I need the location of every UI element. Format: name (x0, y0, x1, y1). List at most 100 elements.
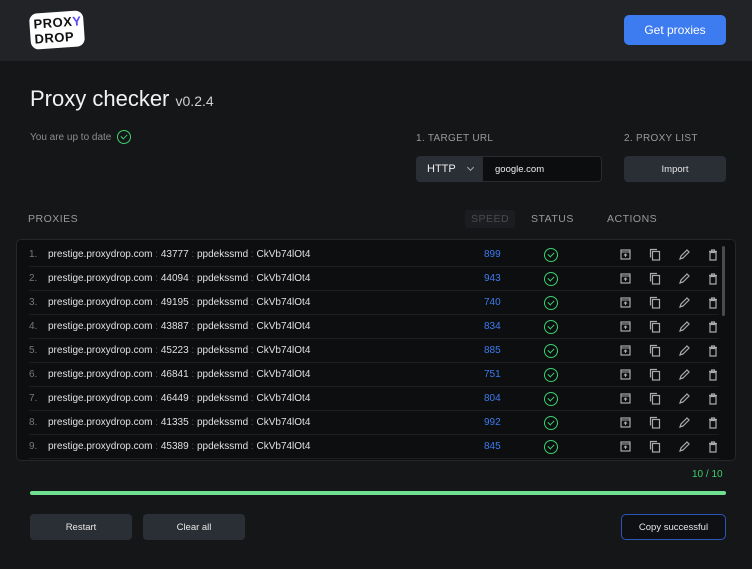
copy-successful-button[interactable]: Copy successful (621, 514, 726, 540)
trash-icon-button[interactable] (706, 368, 720, 382)
edit-icon-button[interactable] (677, 296, 691, 310)
speed-value: 899 (484, 249, 501, 260)
separator: : (188, 393, 197, 404)
separator: : (152, 273, 161, 284)
status-check-icon (544, 247, 558, 262)
open-icon-button[interactable] (618, 320, 632, 334)
proxy-port: 46841 (160, 369, 189, 380)
proxy-address[interactable]: prestige.proxydrop.com : 44094 : ppdekss… (48, 273, 310, 284)
trash-icon-button[interactable] (706, 416, 720, 430)
trash-icon-button[interactable] (706, 272, 720, 286)
proxy-address[interactable]: prestige.proxydrop.com : 45223 : ppdekss… (48, 345, 310, 356)
copy-icon-button[interactable] (648, 344, 662, 358)
copy-icon-button[interactable] (648, 272, 662, 286)
trash-icon-button[interactable] (706, 248, 720, 262)
open-icon-button[interactable] (618, 440, 632, 454)
proxy-address[interactable]: prestige.proxydrop.com : 46841 : ppdekss… (48, 369, 310, 380)
separator: : (188, 345, 197, 356)
copy-icon-button[interactable] (648, 248, 662, 262)
proxydrop-logo[interactable]: PROXY DROP (28, 10, 86, 50)
edit-icon-button[interactable] (677, 320, 691, 334)
proxy-address[interactable]: prestige.proxydrop.com : 46449 : ppdekss… (48, 393, 310, 404)
proxy-address[interactable]: prestige.proxydrop.com : 43887 : ppdekss… (48, 321, 310, 332)
open-icon-button[interactable] (618, 416, 632, 430)
copy-icon-button[interactable] (648, 320, 662, 334)
progress-fill (30, 491, 726, 495)
column-header-actions: ACTIONS (607, 213, 658, 225)
proxy-pass: CkVb74lOt4 (256, 393, 311, 404)
progress-count: 10 / 10 (692, 469, 723, 480)
open-icon-button[interactable] (618, 368, 632, 382)
edit-icon-button[interactable] (677, 368, 691, 382)
row-number: 4. (29, 321, 38, 332)
trash-icon-button[interactable] (706, 440, 720, 454)
copy-icon-button[interactable] (648, 440, 662, 454)
trash-icon-button[interactable] (706, 296, 720, 310)
table-row: 1. prestige.proxydrop.com : 43777 : ppdek… (29, 243, 719, 267)
trash-icon-button[interactable] (706, 392, 720, 406)
trash-icon-button[interactable] (706, 320, 720, 334)
table-row: 9. prestige.proxydrop.com : 45389 : ppdek… (29, 435, 719, 459)
table-row: 5. prestige.proxydrop.com : 45223 : ppdek… (29, 339, 719, 363)
proxy-port: 44094 (160, 273, 189, 284)
copy-icon-button[interactable] (648, 368, 662, 382)
copy-icon-button[interactable] (648, 296, 662, 310)
proxy-port: 49195 (160, 297, 189, 308)
open-icon-button[interactable] (618, 272, 632, 286)
edit-icon-button[interactable] (677, 440, 691, 454)
table-scrollbar[interactable] (722, 246, 725, 316)
status-check-icon (544, 439, 558, 454)
edit-icon-button[interactable] (677, 392, 691, 406)
separator: : (152, 441, 161, 452)
proxy-port: 43777 (160, 249, 189, 260)
update-status: You are up to date (30, 130, 132, 144)
open-icon-button[interactable] (618, 248, 632, 262)
speed-value: 804 (484, 393, 501, 404)
proxy-host: prestige.proxydrop.com (48, 345, 153, 356)
edit-icon-button[interactable] (677, 248, 691, 262)
target-url-input[interactable] (482, 156, 602, 182)
trash-icon-button[interactable] (706, 344, 720, 358)
proxy-address[interactable]: prestige.proxydrop.com : 49195 : ppdekss… (48, 297, 310, 308)
separator: : (152, 417, 161, 428)
clear-all-button[interactable]: Clear all (143, 514, 245, 540)
get-proxies-button[interactable]: Get proxies (624, 15, 726, 45)
status-check-icon (544, 295, 558, 310)
separator: : (188, 441, 197, 452)
proxy-user: ppdekssmd (197, 297, 249, 308)
speed-value: 845 (484, 441, 501, 452)
proxy-port: 46449 (160, 393, 189, 404)
copy-icon-button[interactable] (648, 416, 662, 430)
proxy-host: prestige.proxydrop.com (48, 369, 153, 380)
restart-button[interactable]: Restart (30, 514, 132, 540)
open-icon-button[interactable] (618, 344, 632, 358)
proxy-host: prestige.proxydrop.com (48, 393, 153, 404)
edit-icon-button[interactable] (677, 272, 691, 286)
proxy-pass: CkVb74lOt4 (256, 273, 311, 284)
separator: : (152, 249, 161, 260)
open-icon-button[interactable] (618, 392, 632, 406)
column-header-speed[interactable]: SPEED (465, 210, 516, 228)
edit-icon-button[interactable] (677, 416, 691, 430)
proxy-list-label: 2. PROXY LIST (624, 133, 698, 144)
open-icon-button[interactable] (618, 296, 632, 310)
edit-icon-button[interactable] (677, 344, 691, 358)
proxy-port: 45389 (160, 441, 189, 452)
speed-value: 992 (484, 417, 501, 428)
proxy-host: prestige.proxydrop.com (48, 273, 153, 284)
table-row: 4. prestige.proxydrop.com : 43887 : ppdek… (29, 315, 719, 339)
copy-icon-button[interactable] (648, 392, 662, 406)
proxy-address[interactable]: prestige.proxydrop.com : 45389 : ppdekss… (48, 441, 310, 452)
proxy-pass: CkVb74lOt4 (256, 321, 311, 332)
table-row: 7. prestige.proxydrop.com : 46449 : ppdek… (29, 387, 719, 411)
row-number: 8. (29, 417, 38, 428)
status-check-icon (544, 367, 558, 382)
protocol-value: HTTP (427, 163, 456, 175)
import-button[interactable]: Import (624, 156, 726, 182)
speed-value: 751 (484, 369, 501, 380)
proxy-pass: CkVb74lOt4 (256, 441, 311, 452)
proxy-address[interactable]: prestige.proxydrop.com : 41335 : ppdekss… (48, 417, 310, 428)
protocol-select[interactable]: HTTP (416, 156, 482, 182)
separator: : (152, 393, 161, 404)
proxy-address[interactable]: prestige.proxydrop.com : 43777 : ppdekss… (48, 249, 310, 260)
